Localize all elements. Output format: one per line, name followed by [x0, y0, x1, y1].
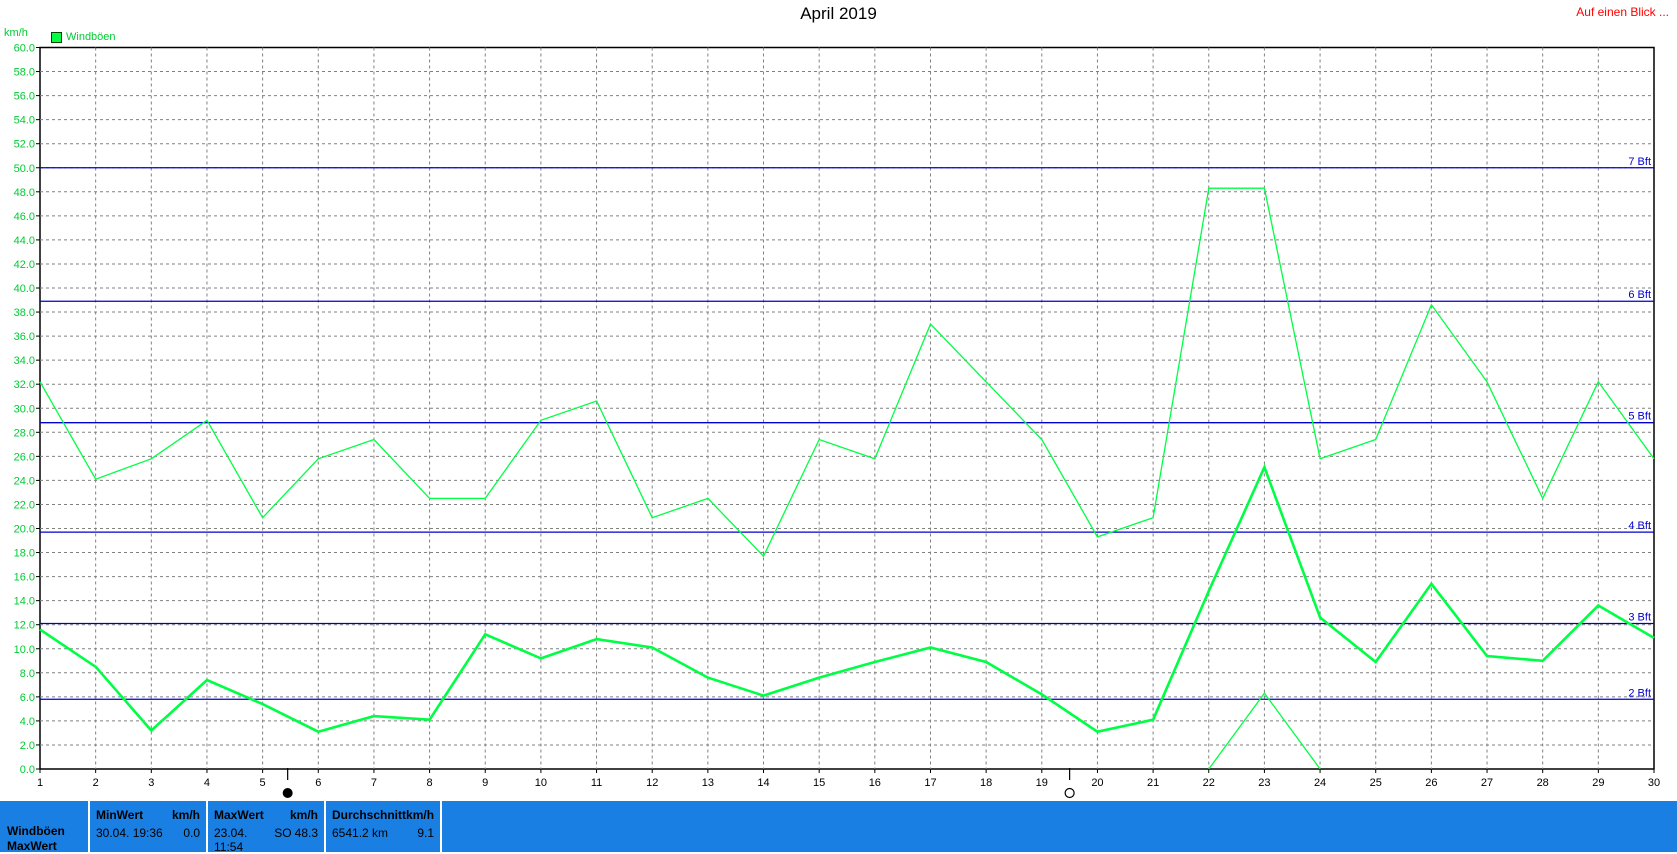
full-moon-icon — [282, 788, 293, 798]
y-tick-label: 8.0 — [20, 668, 35, 680]
y-tick-label: 22.0 — [14, 499, 35, 511]
y-tick-label: 38.0 — [14, 307, 35, 319]
x-tick-label: 16 — [869, 777, 881, 789]
stats-avg-header: Durchschnitt — [332, 808, 407, 822]
x-tick-label: 26 — [1425, 777, 1437, 789]
y-tick-label: 20.0 — [14, 524, 35, 536]
x-tick-label: 17 — [924, 777, 936, 789]
y-tick-label: 40.0 — [14, 283, 35, 295]
y-tick-label: 4.0 — [20, 716, 35, 728]
x-tick-label: 4 — [204, 777, 210, 789]
beaufort-label: 3 Bft — [1628, 611, 1651, 623]
x-tick-label: 9 — [482, 777, 488, 789]
stats-row-sublabel: MaxWert — [7, 839, 57, 853]
stats-avg-distance: 6541.2 km — [332, 826, 389, 840]
x-tick-label: 2 — [93, 777, 99, 789]
stats-max-unit: km/h — [289, 808, 318, 822]
stats-min-value: 0.0 — [183, 826, 200, 840]
x-tick-label: 8 — [427, 777, 433, 789]
y-tick-label: 42.0 — [14, 259, 35, 271]
beaufort-label: 6 Bft — [1628, 289, 1651, 301]
stats-avg-box: Durchschnitt km/h 6541.2 km 9.1 — [324, 801, 442, 852]
x-tick-label: 27 — [1481, 777, 1493, 789]
x-tick-label: 1 — [37, 777, 43, 789]
stats-avg-value: 9.1 — [417, 826, 434, 840]
statistics-bar: Windböen MaxWert MinWert km/h 30.04. 19:… — [0, 801, 1677, 854]
y-tick-label: 44.0 — [14, 235, 35, 247]
x-tick-label: 15 — [813, 777, 825, 789]
x-tick-label: 10 — [535, 777, 547, 789]
y-tick-label: 34.0 — [14, 355, 35, 367]
stats-min-unit: km/h — [171, 808, 200, 822]
y-tick-label: 10.0 — [14, 644, 35, 656]
x-tick-label: 21 — [1147, 777, 1159, 789]
y-tick-label: 52.0 — [14, 139, 35, 151]
y-tick-label: 60.0 — [14, 43, 35, 55]
stats-max-datetime: 23.04. 11:54 — [214, 826, 248, 854]
y-tick-label: 36.0 — [14, 331, 35, 343]
x-tick-label: 13 — [702, 777, 714, 789]
y-tick-label: 30.0 — [14, 403, 35, 415]
x-tick-label: 28 — [1537, 777, 1549, 789]
stats-avg-unit: km/h — [406, 808, 435, 822]
x-tick-label: 20 — [1091, 777, 1103, 789]
y-tick-label: 14.0 — [14, 596, 35, 608]
series-line-max — [39, 187, 1655, 558]
beaufort-label: 5 Bft — [1628, 411, 1651, 423]
y-tick-label: 58.0 — [14, 67, 35, 79]
x-tick-label: 18 — [980, 777, 992, 789]
y-tick-label: 18.0 — [14, 548, 35, 560]
y-tick-label: 12.0 — [14, 620, 35, 632]
beaufort-label: 2 Bft — [1628, 687, 1651, 699]
y-tick-label: 16.0 — [14, 572, 35, 584]
stats-max-value: 48.3 — [294, 826, 318, 840]
y-tick-label: 46.0 — [14, 211, 35, 223]
wind-gust-chart: 2 Bft 3 Bft 4 Bft 5 Bft 6 Bft 7 Bft 0.0 2.0 4.0… — [14, 43, 1660, 799]
new-moon-icon — [1064, 787, 1075, 799]
beaufort-label: 7 Bft — [1628, 156, 1651, 168]
series-line-average — [39, 463, 1655, 734]
stats-max-direction: SO — [274, 826, 292, 840]
stats-min-header: MinWert — [96, 808, 144, 822]
beaufort-label: 4 Bft — [1628, 520, 1651, 532]
y-tick-label: 26.0 — [14, 451, 35, 463]
y-tick-label: 28.0 — [14, 427, 35, 439]
y-tick-label: 6.0 — [20, 692, 35, 704]
stats-max-header: MaxWert — [214, 808, 264, 822]
stats-min-box: MinWert km/h 30.04. 19:36 0.0 — [88, 801, 206, 852]
y-tick-label: 54.0 — [14, 115, 35, 127]
y-tick-label: 32.0 — [14, 379, 35, 391]
x-tick-label: 11 — [591, 777, 602, 789]
x-tick-label: 14 — [757, 777, 769, 789]
stats-row-label: Windböen — [7, 824, 65, 838]
x-tick-label: 25 — [1370, 777, 1382, 789]
x-tick-label: 23 — [1258, 777, 1270, 789]
x-tick-label: 12 — [646, 777, 658, 789]
y-tick-label: 50.0 — [14, 163, 35, 175]
y-tick-label: 0.0 — [20, 764, 35, 776]
y-tick-label: 2.0 — [20, 740, 35, 752]
x-tick-label: 19 — [1036, 777, 1048, 789]
stats-max-box: MaxWert km/h 23.04. 11:54 SO 48.3 — [206, 801, 324, 854]
y-tick-label: 24.0 — [14, 475, 35, 487]
x-tick-label: 7 — [371, 777, 377, 789]
x-tick-label: 5 — [260, 777, 266, 789]
y-tick-label: 48.0 — [14, 187, 35, 199]
y-tick-label: 56.0 — [14, 91, 35, 103]
x-tick-label: 6 — [315, 777, 321, 789]
x-tick-label: 30 — [1648, 777, 1660, 789]
stats-min-datetime: 30.04. 19:36 — [96, 826, 163, 840]
x-tick-label: 3 — [148, 777, 154, 789]
x-tick-label: 29 — [1592, 777, 1604, 789]
x-tick-label: 22 — [1203, 777, 1215, 789]
x-tick-label: 24 — [1314, 777, 1326, 789]
